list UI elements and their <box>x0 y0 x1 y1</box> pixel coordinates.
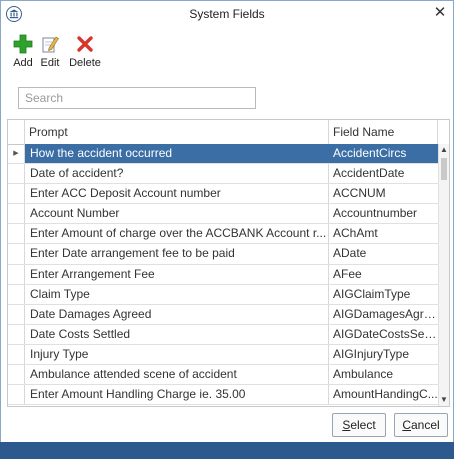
table-row[interactable]: Enter Amount of charge over the ACCBANK … <box>8 224 438 245</box>
row-indicator[interactable] <box>8 344 25 365</box>
cell-prompt[interactable]: Date of accident? <box>25 164 329 184</box>
cell-prompt[interactable]: Date Costs Settled <box>25 324 329 344</box>
cell-field-name[interactable]: AChAmt <box>329 224 438 243</box>
table-row[interactable]: Enter Date arrangement fee to be paid ADa… <box>8 244 438 265</box>
table-row[interactable]: Enter Arrangement Fee AFee <box>8 264 438 285</box>
cell-field-name[interactable]: AccidentDate <box>329 164 438 183</box>
cell-field-name[interactable]: Accountnumber <box>329 204 438 223</box>
cell-field-name[interactable]: AIGDamagesAgreed <box>329 305 438 324</box>
edit-pencil-icon <box>34 33 66 55</box>
cell-field-name[interactable]: AFee <box>329 265 438 284</box>
row-indicator[interactable] <box>8 385 25 405</box>
cell-prompt[interactable]: Enter Date arrangement fee to be paid <box>25 244 329 264</box>
cell-prompt[interactable]: Ambulance attended scene of accident <box>25 365 329 385</box>
column-header-prompt[interactable]: Prompt <box>25 120 329 144</box>
cell-field-name[interactable]: ADate <box>329 244 438 263</box>
table-row[interactable]: Date Damages Agreed AIGDamagesAgreed <box>8 304 438 325</box>
table-row[interactable]: Claim Type AIGClaimType <box>8 284 438 305</box>
row-indicator[interactable] <box>8 164 25 184</box>
scroll-down-icon[interactable]: ▼ <box>439 394 449 406</box>
table-body: ▶ How the accident occurred AccidentCircs D… <box>8 144 438 406</box>
cell-prompt[interactable]: Enter Arrangement Fee <box>25 264 329 284</box>
edit-label: Edit <box>40 57 60 69</box>
vertical-scrollbar[interactable]: ▲ ▼ <box>438 144 449 406</box>
system-fields-dialog: System Fields ✕ Add Edit Delete Search P… <box>0 0 454 459</box>
window-title: System Fields <box>189 7 265 21</box>
row-indicator[interactable] <box>8 184 25 204</box>
select-button[interactable]: Select <box>332 413 386 437</box>
select-mnemonic: S <box>342 418 351 432</box>
edit-button[interactable]: Edit <box>34 33 66 69</box>
column-header-field-name[interactable]: Field Name <box>329 120 438 144</box>
row-indicator[interactable] <box>8 304 25 324</box>
scroll-up-icon[interactable]: ▲ <box>439 144 449 156</box>
search-input[interactable] <box>18 87 256 109</box>
cell-prompt[interactable]: Injury Type <box>25 344 329 365</box>
table-row[interactable]: Enter Amount Handling Charge ie. 35.00 Am… <box>8 385 438 406</box>
cancel-button[interactable]: Cancel <box>394 413 448 437</box>
table-row[interactable]: Ambulance attended scene of accident Ambu… <box>8 365 438 386</box>
row-indicator[interactable] <box>8 244 25 264</box>
cell-prompt[interactable]: Enter Amount Handling Charge ie. 35.00 <box>25 385 329 405</box>
cell-field-name[interactable]: Ambulance <box>329 365 438 384</box>
cell-field-name[interactable]: AmountHandingC... <box>329 385 438 404</box>
delete-label: Delete <box>69 57 101 69</box>
row-indicator[interactable] <box>8 324 25 344</box>
table-row[interactable]: Date Costs Settled AIGDateCostsSettl... <box>8 324 438 345</box>
row-indicator[interactable] <box>8 264 25 284</box>
table-row[interactable]: ▶ How the accident occurred AccidentCircs <box>8 144 438 165</box>
table-header: Prompt Field Name <box>8 120 449 145</box>
red-x-icon <box>66 33 104 55</box>
cancel-label: ancel <box>410 418 440 432</box>
cell-field-name[interactable]: AccidentCircs <box>329 144 438 164</box>
current-row-arrow-icon[interactable]: ▶ <box>8 144 25 164</box>
scroll-thumb[interactable] <box>441 158 447 180</box>
cell-field-name[interactable]: AIGClaimType <box>329 285 438 304</box>
row-indicator[interactable] <box>8 224 25 244</box>
cell-prompt[interactable]: Enter ACC Deposit Account number <box>25 184 329 204</box>
row-indicator-header <box>8 120 25 144</box>
close-icon[interactable]: ✕ <box>433 5 447 21</box>
select-label: elect <box>350 418 376 432</box>
cell-prompt[interactable]: How the accident occurred <box>25 144 329 164</box>
system-fields-table: Prompt Field Name ▶ How the accident occu… <box>7 119 450 407</box>
cell-prompt[interactable]: Claim Type <box>25 284 329 304</box>
cell-prompt[interactable]: Enter Amount of charge over the ACCBANK … <box>25 224 329 244</box>
table-row[interactable]: Date of accident? AccidentDate <box>8 164 438 185</box>
cell-field-name[interactable]: ACCNUM <box>329 184 438 203</box>
table-row[interactable]: Enter ACC Deposit Account number ACCNUM <box>8 184 438 205</box>
table-row[interactable]: Account Number Accountnumber <box>8 204 438 225</box>
cell-prompt[interactable]: Account Number <box>25 204 329 224</box>
table-row[interactable]: Injury Type AIGInjuryType <box>8 344 438 366</box>
cell-field-name[interactable]: AIGInjuryType <box>329 345 438 364</box>
cell-field-name[interactable]: AIGDateCostsSettl... <box>329 325 438 344</box>
row-indicator[interactable] <box>8 204 25 224</box>
row-indicator[interactable] <box>8 284 25 304</box>
cancel-mnemonic: C <box>402 418 411 432</box>
cell-prompt[interactable]: Date Damages Agreed <box>25 304 329 324</box>
title-bar: System Fields ✕ <box>1 1 453 27</box>
delete-button[interactable]: Delete <box>66 33 104 69</box>
footer-bar <box>0 442 454 459</box>
row-indicator[interactable] <box>8 365 25 385</box>
